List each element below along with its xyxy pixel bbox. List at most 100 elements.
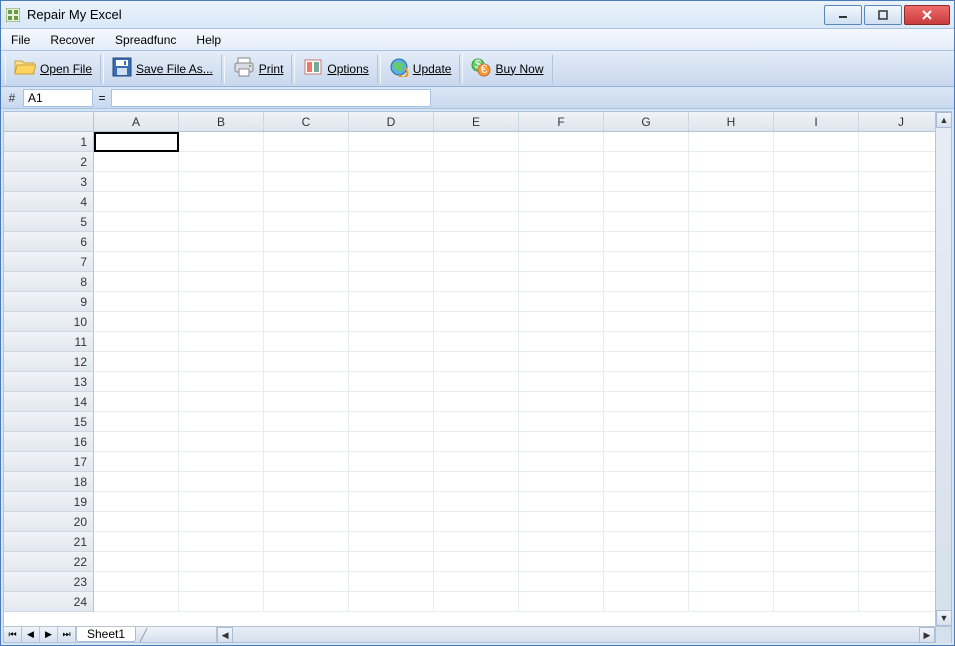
- cell-B22[interactable]: [179, 552, 264, 572]
- cell-F22[interactable]: [519, 552, 604, 572]
- cell-G23[interactable]: [604, 572, 689, 592]
- cell-F9[interactable]: [519, 292, 604, 312]
- cell-F3[interactable]: [519, 172, 604, 192]
- cell-I19[interactable]: [774, 492, 859, 512]
- cell-E14[interactable]: [434, 392, 519, 412]
- cell-G19[interactable]: [604, 492, 689, 512]
- save-file-as-button[interactable]: Save File As...: [103, 54, 222, 84]
- cell-D23[interactable]: [349, 572, 434, 592]
- cell-A23[interactable]: [94, 572, 179, 592]
- cell-F19[interactable]: [519, 492, 604, 512]
- cell-A22[interactable]: [94, 552, 179, 572]
- maximize-button[interactable]: [864, 5, 902, 25]
- cell-C22[interactable]: [264, 552, 349, 572]
- cell-J12[interactable]: [859, 352, 944, 372]
- row-header-1[interactable]: 1: [4, 132, 94, 152]
- scroll-up-button[interactable]: ▲: [936, 112, 952, 128]
- cell-B16[interactable]: [179, 432, 264, 452]
- cell-C18[interactable]: [264, 472, 349, 492]
- cell-B9[interactable]: [179, 292, 264, 312]
- cell-I8[interactable]: [774, 272, 859, 292]
- column-header-a[interactable]: A: [94, 112, 179, 131]
- cell-B19[interactable]: [179, 492, 264, 512]
- cell-F6[interactable]: [519, 232, 604, 252]
- cell-G13[interactable]: [604, 372, 689, 392]
- cell-I16[interactable]: [774, 432, 859, 452]
- cell-H18[interactable]: [689, 472, 774, 492]
- cell-F15[interactable]: [519, 412, 604, 432]
- cell-J7[interactable]: [859, 252, 944, 272]
- row-header-22[interactable]: 22: [4, 552, 94, 572]
- cell-B11[interactable]: [179, 332, 264, 352]
- cell-I15[interactable]: [774, 412, 859, 432]
- cell-H4[interactable]: [689, 192, 774, 212]
- cell-G22[interactable]: [604, 552, 689, 572]
- buy-now-button[interactable]: $€ Buy Now: [462, 54, 552, 84]
- cell-J13[interactable]: [859, 372, 944, 392]
- cell-G9[interactable]: [604, 292, 689, 312]
- name-box[interactable]: [23, 89, 93, 107]
- cell-I21[interactable]: [774, 532, 859, 552]
- cell-A20[interactable]: [94, 512, 179, 532]
- cell-A21[interactable]: [94, 532, 179, 552]
- update-button[interactable]: Update: [380, 54, 461, 84]
- cell-F12[interactable]: [519, 352, 604, 372]
- cell-J24[interactable]: [859, 592, 944, 612]
- print-button[interactable]: Print: [224, 54, 293, 84]
- row-header-17[interactable]: 17: [4, 452, 94, 472]
- cell-A13[interactable]: [94, 372, 179, 392]
- cell-H22[interactable]: [689, 552, 774, 572]
- row-header-15[interactable]: 15: [4, 412, 94, 432]
- cell-C19[interactable]: [264, 492, 349, 512]
- cell-D4[interactable]: [349, 192, 434, 212]
- cell-J5[interactable]: [859, 212, 944, 232]
- cell-H14[interactable]: [689, 392, 774, 412]
- horizontal-scrollbar[interactable]: ◀ ▶: [216, 627, 935, 642]
- cell-D20[interactable]: [349, 512, 434, 532]
- cell-G2[interactable]: [604, 152, 689, 172]
- cell-I10[interactable]: [774, 312, 859, 332]
- cell-A17[interactable]: [94, 452, 179, 472]
- cell-A15[interactable]: [94, 412, 179, 432]
- cell-C11[interactable]: [264, 332, 349, 352]
- cell-B20[interactable]: [179, 512, 264, 532]
- cell-C2[interactable]: [264, 152, 349, 172]
- cell-D6[interactable]: [349, 232, 434, 252]
- sheet-nav-last[interactable]: ⏭: [58, 627, 76, 642]
- cell-H7[interactable]: [689, 252, 774, 272]
- cell-G8[interactable]: [604, 272, 689, 292]
- column-header-d[interactable]: D: [349, 112, 434, 131]
- column-header-f[interactable]: F: [519, 112, 604, 131]
- cell-E7[interactable]: [434, 252, 519, 272]
- cell-D22[interactable]: [349, 552, 434, 572]
- cell-B1[interactable]: [179, 132, 264, 152]
- cell-E4[interactable]: [434, 192, 519, 212]
- cell-J20[interactable]: [859, 512, 944, 532]
- cell-E23[interactable]: [434, 572, 519, 592]
- cell-D11[interactable]: [349, 332, 434, 352]
- scroll-down-button[interactable]: ▼: [936, 610, 952, 626]
- row-header-2[interactable]: 2: [4, 152, 94, 172]
- sheet-nav-prev[interactable]: ◀: [22, 627, 40, 642]
- cell-E19[interactable]: [434, 492, 519, 512]
- cell-J10[interactable]: [859, 312, 944, 332]
- cell-C15[interactable]: [264, 412, 349, 432]
- column-header-j[interactable]: J: [859, 112, 944, 131]
- cell-D7[interactable]: [349, 252, 434, 272]
- sheet-nav-next[interactable]: ▶: [40, 627, 58, 642]
- cell-J21[interactable]: [859, 532, 944, 552]
- cell-F14[interactable]: [519, 392, 604, 412]
- cell-D13[interactable]: [349, 372, 434, 392]
- cell-E8[interactable]: [434, 272, 519, 292]
- cell-E1[interactable]: [434, 132, 519, 152]
- cell-H15[interactable]: [689, 412, 774, 432]
- vertical-scrollbar[interactable]: ▲ ▼: [935, 112, 951, 626]
- cell-D14[interactable]: [349, 392, 434, 412]
- cell-H9[interactable]: [689, 292, 774, 312]
- column-header-b[interactable]: B: [179, 112, 264, 131]
- cell-J23[interactable]: [859, 572, 944, 592]
- cell-F16[interactable]: [519, 432, 604, 452]
- row-header-6[interactable]: 6: [4, 232, 94, 252]
- cell-A2[interactable]: [94, 152, 179, 172]
- cell-I18[interactable]: [774, 472, 859, 492]
